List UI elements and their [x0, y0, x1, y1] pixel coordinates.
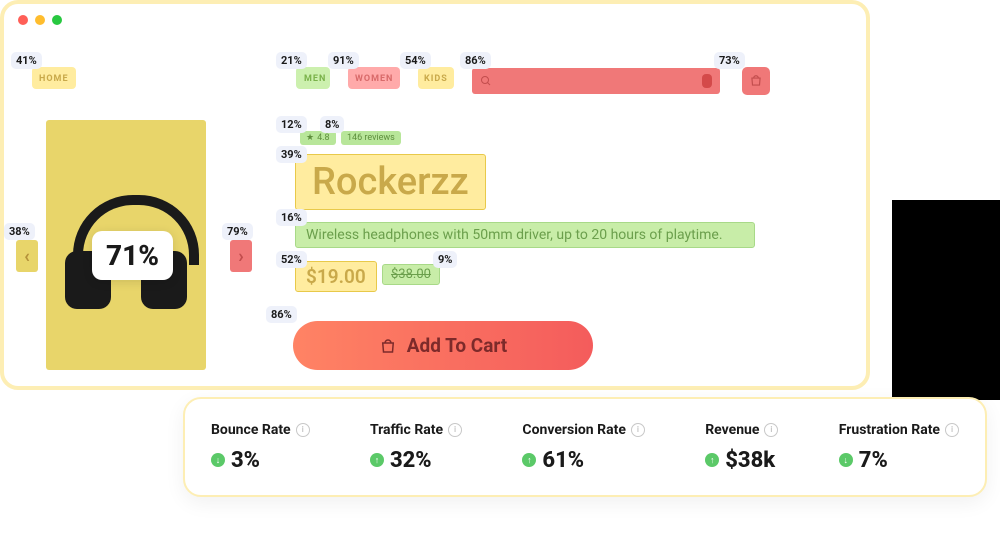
overlay-atc-pct: 86%: [266, 306, 297, 323]
minimize-icon[interactable]: [35, 15, 45, 25]
overlay-rating-pct: 12%: [276, 116, 307, 133]
bag-icon: [379, 336, 397, 356]
add-to-cart-button[interactable]: Add To Cart: [293, 321, 593, 370]
stat-traffic-value: 32%: [390, 448, 432, 473]
overlay-oldprice-pct: 9%: [433, 251, 457, 268]
arrow-up-icon: ↑: [705, 453, 719, 467]
product-description: Wireless headphones with 50mm driver, up…: [295, 222, 755, 248]
overlay-kids-pct: 54%: [400, 52, 431, 69]
add-to-cart-label: Add To Cart: [407, 334, 507, 357]
chevron-left-icon: ‹: [24, 246, 30, 267]
arrow-down-icon: ↓: [211, 453, 225, 467]
cart-icon: [749, 74, 763, 88]
overlay-title-pct: 39%: [276, 146, 307, 163]
stat-conversion: Conversion Rate i ↑ 61%: [522, 422, 644, 473]
cart-button[interactable]: [742, 67, 770, 95]
info-icon[interactable]: i: [945, 423, 959, 437]
search-input[interactable]: [472, 68, 720, 94]
info-icon[interactable]: i: [631, 423, 645, 437]
info-icon[interactable]: i: [448, 423, 462, 437]
product-old-price: $38.00: [382, 264, 440, 285]
mic-icon[interactable]: [702, 74, 712, 88]
decorative-shadow: [892, 200, 1000, 400]
stats-panel: Bounce Rate i ↓ 3% Traffic Rate i ↑ 32% Conv…: [183, 397, 987, 497]
close-icon[interactable]: [18, 15, 28, 25]
arrow-up-icon: ↑: [370, 453, 384, 467]
carousel-prev-button[interactable]: ‹: [16, 240, 38, 272]
rating-badge: ★4.8: [300, 131, 336, 145]
overlay-price-pct: 52%: [276, 251, 307, 268]
overlay-search-pct: 86%: [460, 52, 491, 69]
overlay-women-pct: 91%: [328, 52, 359, 69]
product-price: $19.00: [295, 261, 377, 292]
nav-home[interactable]: HOME: [39, 74, 69, 84]
overlay-arrow-left-pct: 38%: [4, 223, 35, 240]
nav-kids[interactable]: KIDS: [424, 74, 448, 84]
reviews-count[interactable]: 146 reviews: [341, 131, 401, 145]
overlay-arrow-right-pct: 79%: [222, 223, 253, 240]
stat-revenue-label: Revenue: [705, 422, 759, 438]
stat-frustration-value: 7%: [859, 448, 888, 473]
overlay-desc-pct: 16%: [276, 209, 307, 226]
overlay-image-pct: 71%: [92, 231, 173, 280]
search-icon: [480, 75, 492, 87]
arrow-up-icon: ↑: [522, 453, 536, 467]
maximize-icon[interactable]: [52, 15, 62, 25]
stat-conversion-label: Conversion Rate: [522, 422, 625, 438]
overlay-men-pct: 21%: [276, 52, 307, 69]
stat-bounce: Bounce Rate i ↓ 3%: [211, 422, 310, 473]
stat-bounce-label: Bounce Rate: [211, 422, 291, 438]
stat-frustration-label: Frustration Rate: [839, 422, 940, 438]
overlay-home-pct: 41%: [11, 52, 42, 69]
stat-frustration: Frustration Rate i ↓ 7%: [839, 422, 959, 473]
product-title: Rockerzz: [295, 154, 486, 210]
star-icon: ★: [306, 133, 314, 143]
rating-value: 4.8: [317, 133, 330, 143]
chevron-right-icon: ›: [238, 246, 243, 267]
stat-revenue-value: $38k: [725, 448, 775, 473]
nav-men[interactable]: MEN: [304, 74, 326, 84]
nav-women[interactable]: WOMEN: [355, 74, 393, 84]
carousel-next-button[interactable]: ›: [230, 240, 252, 272]
stat-bounce-value: 3%: [231, 448, 260, 473]
info-icon[interactable]: i: [296, 423, 310, 437]
window-controls: [18, 15, 62, 25]
stat-traffic-label: Traffic Rate: [370, 422, 443, 438]
overlay-cart-pct: 73%: [714, 52, 745, 69]
stat-traffic: Traffic Rate i ↑ 32%: [370, 422, 462, 473]
stat-conversion-value: 61%: [542, 448, 584, 473]
stat-revenue: Revenue i ↑ $38k: [705, 422, 778, 473]
browser-window: HOME 41% MEN 21% WOMEN 91% KIDS 54% 86% …: [0, 0, 870, 390]
overlay-reviews-pct: 8%: [320, 116, 344, 133]
info-icon[interactable]: i: [764, 423, 778, 437]
arrow-down-icon: ↓: [839, 453, 853, 467]
